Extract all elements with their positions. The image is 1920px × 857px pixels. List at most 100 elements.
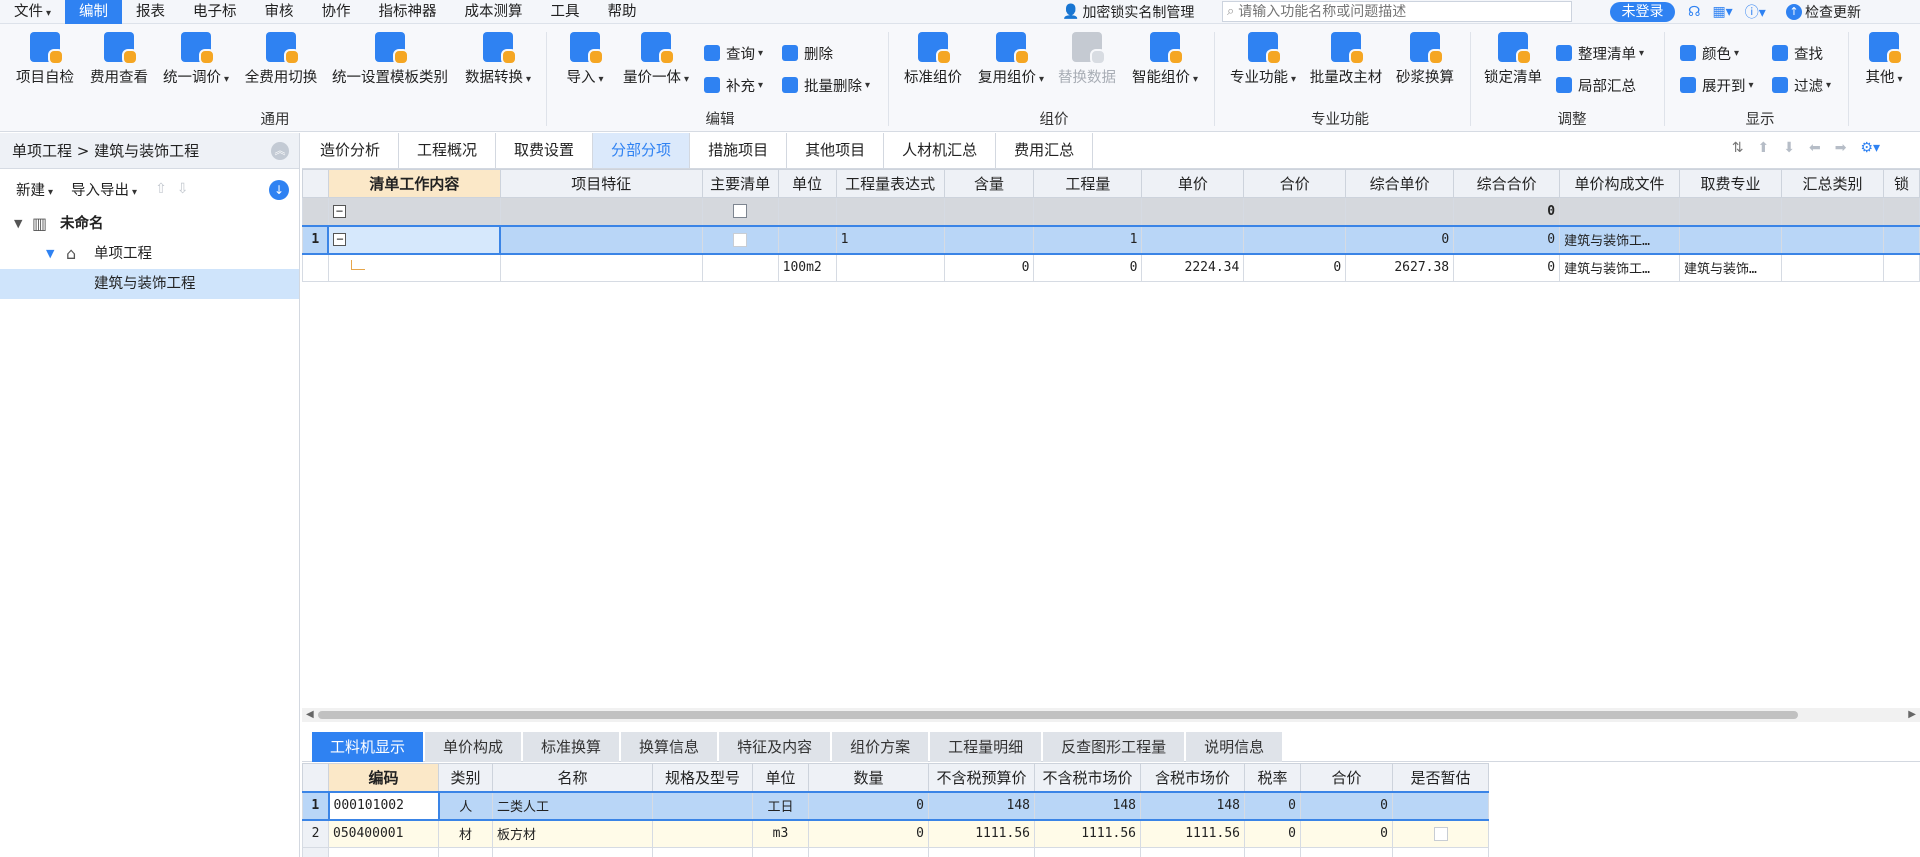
table-row[interactable]: 1 000101002 人 二类人工 工日 0 148 148 148 0 0 [302, 790, 1489, 821]
settings-icon[interactable]: ⚙▾ [1860, 140, 1880, 156]
cell[interactable] [943, 224, 1035, 255]
col-header[interactable]: 含量 [943, 169, 1035, 198]
cell[interactable] [1141, 224, 1245, 255]
cell[interactable] [1882, 197, 1920, 226]
template-category-button[interactable]: 统一设置模板类别 [328, 24, 452, 87]
collapse-panel-icon[interactable]: ︽ [271, 142, 289, 160]
menu-cost-calc[interactable]: 成本测算 [451, 0, 537, 24]
col-header[interactable]: 是否暂估 [1392, 763, 1489, 792]
table-row-summary[interactable]: − 0 [302, 197, 1920, 226]
menu-edit[interactable]: 编制 [65, 0, 123, 24]
import-button[interactable]: 导入 [560, 24, 610, 87]
cell-total-unit[interactable]: 2627.38 [1345, 253, 1455, 282]
cell[interactable] [835, 253, 945, 282]
tree-node-single-project[interactable]: ▼ ⌂ 单项工程 [0, 239, 299, 269]
cell-spec[interactable] [652, 790, 753, 821]
cell-name[interactable]: 二类人工 [492, 790, 653, 821]
cell-selected[interactable]: − [327, 224, 502, 255]
scrollbar-thumb[interactable] [318, 711, 1798, 719]
cell[interactable] [1345, 197, 1455, 226]
cell[interactable] [701, 224, 779, 255]
tab-sub-items[interactable]: 分部分项 [593, 133, 691, 168]
col-header[interactable]: 综合单价 [1345, 169, 1455, 198]
cell[interactable] [1141, 197, 1245, 226]
batch-delete-button[interactable]: 批量删除 [782, 74, 870, 96]
tab-other-items[interactable]: 其他项目 [787, 133, 885, 168]
move-down-icon[interactable]: ⇩ [177, 181, 189, 197]
cell[interactable] [808, 847, 929, 857]
reuse-pricing-button[interactable]: 复用组价 [974, 24, 1048, 87]
collapse-toggle-icon[interactable]: ▼ [14, 209, 22, 239]
download-icon[interactable]: ↓ [269, 180, 289, 200]
cell-expr[interactable]: 1 [835, 224, 945, 255]
col-header[interactable]: 单价 [1141, 169, 1245, 198]
query-button[interactable]: 查询 [704, 42, 763, 64]
function-search-input[interactable] [1238, 3, 1571, 20]
lock-list-button[interactable]: 锁定清单 [1480, 24, 1546, 87]
cell-qty[interactable]: 1 [1033, 224, 1143, 255]
tab-cost-analysis[interactable]: 造价分析 [302, 133, 400, 168]
collapse-icon[interactable]: − [332, 204, 346, 218]
login-button[interactable]: 未登录 [1610, 2, 1675, 22]
tab-project-overview[interactable]: 工程概况 [399, 133, 497, 168]
cell[interactable] [1033, 197, 1143, 226]
cell-market-price[interactable]: 1111.56 [1034, 819, 1141, 848]
cell[interactable] [1140, 847, 1245, 857]
cell[interactable] [1679, 224, 1782, 255]
cell[interactable] [1034, 847, 1141, 857]
tab-labor-material-display[interactable]: 工料机显示 [312, 732, 424, 762]
collapse-toggle-icon[interactable]: ▼ [46, 239, 54, 269]
qty-price-button[interactable]: 量价一体 [620, 24, 692, 87]
batch-main-material-button[interactable]: 批量改主材 [1306, 24, 1386, 87]
cell[interactable] [499, 253, 703, 282]
menu-e-bid[interactable]: 电子标 [179, 0, 251, 24]
cell[interactable] [499, 224, 703, 255]
cell-content[interactable]: 0 [943, 253, 1035, 282]
cell[interactable] [492, 847, 653, 857]
arrow-right-icon[interactable]: ➡ [1835, 140, 1847, 156]
tab-fee-settings[interactable]: 取费设置 [496, 133, 594, 168]
cell[interactable] [327, 253, 501, 282]
tab-reverse-graphic-qty[interactable]: 反查图形工程量 [1043, 732, 1185, 762]
col-header[interactable]: 编码 [328, 763, 439, 792]
col-header[interactable]: 取费专业 [1679, 169, 1782, 198]
cell-type[interactable]: 材 [438, 819, 493, 848]
mortar-convert-button[interactable]: 砂浆换算 [1392, 24, 1458, 87]
cell[interactable] [1300, 847, 1393, 857]
col-header[interactable]: 不含税市场价 [1034, 763, 1141, 792]
delete-button[interactable]: 删除 [782, 42, 833, 64]
arrow-left-icon[interactable]: ⬅ [1809, 140, 1821, 156]
col-header[interactable]: 单价构成文件 [1559, 169, 1681, 198]
cell-tax-rate[interactable]: 0 [1244, 819, 1301, 848]
cell-provisional[interactable] [1392, 819, 1489, 848]
special-function-button[interactable]: 专业功能 [1226, 24, 1300, 87]
cell-sum[interactable]: 0 [1243, 253, 1347, 282]
cell[interactable] [652, 847, 753, 857]
filter-button[interactable]: 过滤 [1772, 74, 1831, 96]
cell[interactable] [1244, 847, 1301, 857]
organize-list-button[interactable]: 整理清单 [1556, 42, 1644, 64]
cell-unit[interactable]: 工日 [752, 790, 809, 821]
cell[interactable] [438, 847, 493, 857]
col-header[interactable]: 工程量表达式 [835, 169, 945, 198]
cell[interactable] [1679, 197, 1782, 226]
table-row[interactable]: 1 − 1 1 0 0 建筑与装饰工… [302, 224, 1920, 255]
cell-unit[interactable]: m3 [752, 819, 809, 848]
cell[interactable] [1780, 253, 1884, 282]
color-button[interactable]: 颜色 [1680, 42, 1739, 64]
replace-data-button[interactable]: 替换数据 [1054, 24, 1120, 87]
cell-tax-market-price[interactable]: 1111.56 [1140, 819, 1245, 848]
col-header[interactable]: 税率 [1244, 763, 1301, 792]
col-header[interactable]: 单位 [752, 763, 809, 792]
fee-view-button[interactable]: 费用查看 [86, 24, 152, 87]
smart-pricing-button[interactable]: 智能组价 [1128, 24, 1202, 87]
partial-summary-button[interactable]: 局部汇总 [1556, 74, 1636, 96]
col-header[interactable]: 综合合价 [1453, 169, 1561, 198]
col-header[interactable]: 主要清单 [701, 169, 779, 198]
tree-node-project[interactable]: ▼ ▥ 未命名 [0, 209, 299, 239]
cell-provisional[interactable] [1392, 790, 1489, 821]
cell-total-sum[interactable]: 0 [1453, 253, 1561, 282]
menu-report[interactable]: 报表 [122, 0, 179, 24]
col-header[interactable]: 数量 [808, 763, 929, 792]
cell[interactable] [1780, 197, 1884, 226]
